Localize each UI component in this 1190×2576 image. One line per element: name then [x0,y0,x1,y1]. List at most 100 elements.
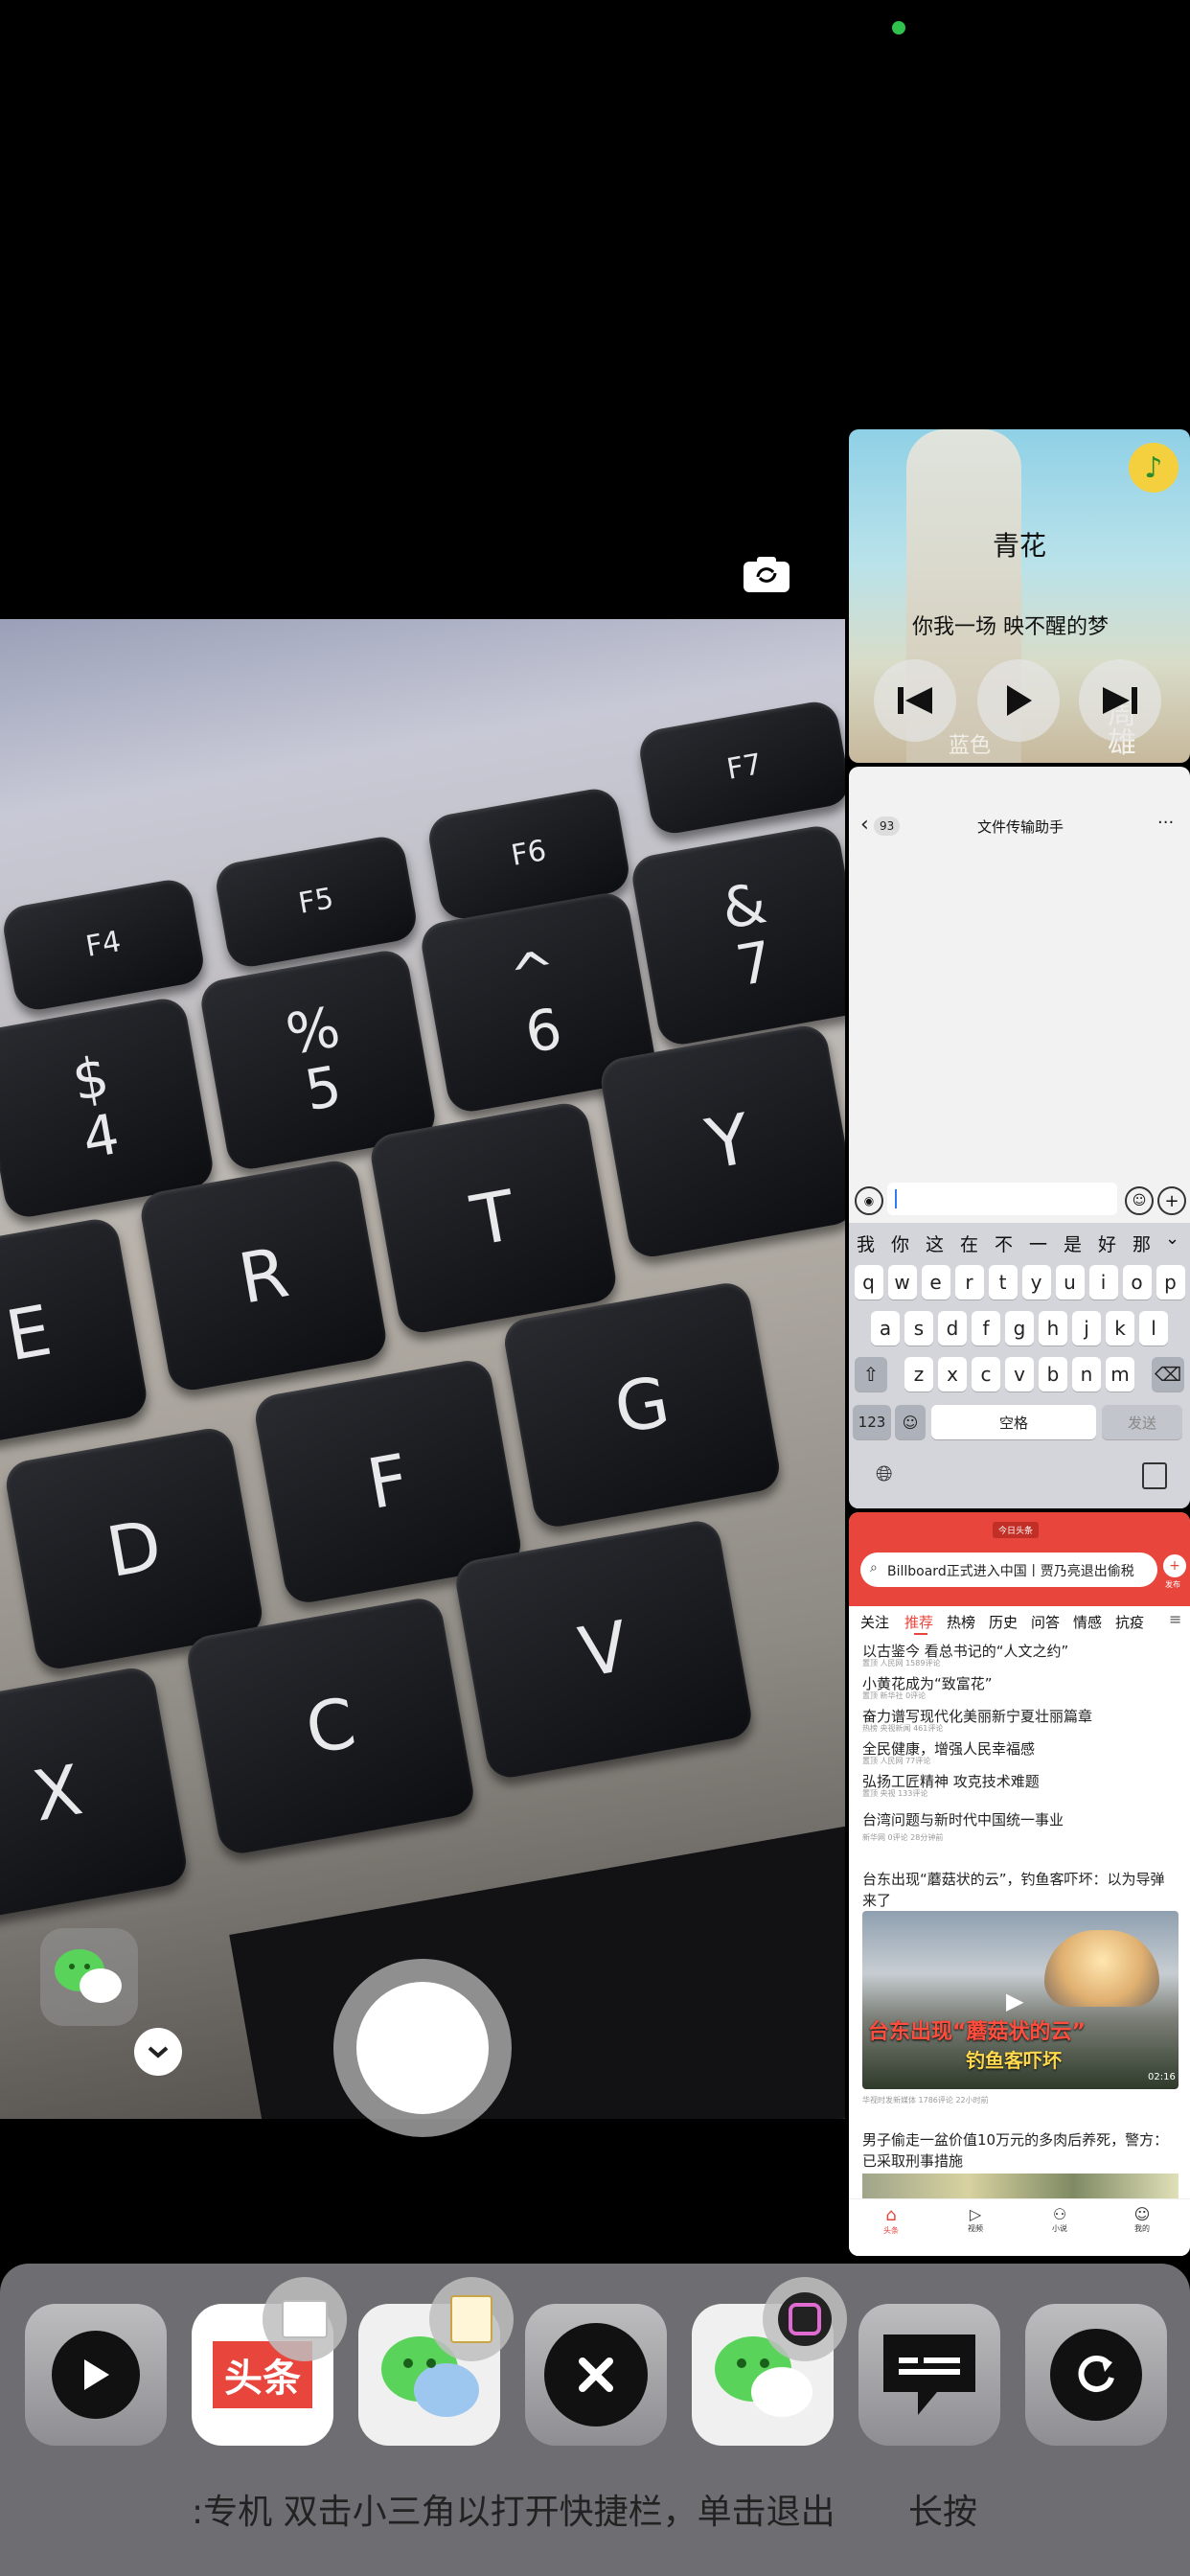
previous-icon [898,687,932,714]
news-search-bar[interactable]: ⌕ Billboard正式进入中国丨贾乃亮退出偷税 [860,1552,1157,1587]
key-o[interactable]: o [1122,1265,1152,1300]
key-l[interactable]: l [1139,1311,1168,1346]
candidate-1[interactable]: 你 [891,1230,909,1256]
voice-icon[interactable]: ◉ [855,1186,883,1215]
key-n[interactable]: n [1072,1357,1101,1392]
video-play-icon[interactable]: ▶ [1006,1988,1023,2014]
candidate-expand-icon[interactable]: ⌄ [1165,1229,1179,1249]
toutiao-badge: 今日头条 [993,1522,1040,1538]
nav-home[interactable]: ⌂ 头条 [872,2205,910,2236]
nav-video[interactable]: ▷ 视频 [956,2205,995,2234]
tab-history[interactable]: 历史 [989,1612,1018,1632]
key-h[interactable]: h [1039,1311,1067,1346]
key-q[interactable]: q [854,1265,883,1300]
key-c[interactable]: c [972,1357,1000,1392]
headline-6[interactable]: 台东出现“蘑菇状的云”，钓鱼客吓坏：以为导弹来了 [862,1869,1179,1911]
shift-key[interactable]: ⇧ [855,1357,887,1392]
key-v[interactable]: v [1005,1357,1034,1392]
key-j[interactable]: j [1072,1311,1101,1346]
key-u[interactable]: u [1055,1265,1085,1300]
numbers-key[interactable]: 123 [853,1405,891,1439]
key-d[interactable]: d [938,1311,967,1346]
previous-button[interactable] [874,659,956,742]
video-icon: ▷ [969,2205,982,2223]
nav-me[interactable]: ☺ 我的 [1123,2205,1161,2234]
more-icon[interactable]: ··· [1157,813,1174,833]
toutiao-panel[interactable]: 今日头条 ⌕ Billboard正式进入中国丨贾乃亮退出偷税 + 发布 关注 推… [849,1512,1190,2256]
play-icon [1007,685,1032,716]
key-i[interactable]: i [1088,1265,1118,1300]
candidate-3[interactable]: 在 [960,1230,978,1256]
tab-follow[interactable]: 关注 [860,1612,889,1632]
key-v: V [452,1517,755,1782]
refresh-app-icon[interactable] [1025,2304,1167,2446]
candidate-8[interactable]: 那 [1133,1230,1151,1256]
play-app-icon[interactable] [25,2304,167,2446]
key-z[interactable]: z [904,1357,933,1392]
video-thumbnail[interactable]: 台东出现“蘑菇状的云” 钓鱼客吓坏 ▶ 02:16 [862,1911,1179,2089]
dock-hint-text: :专机 双击小三角以打开快捷栏，单击退出 [192,2493,835,2532]
key-t: T [367,1099,620,1337]
key-x: X [0,1664,191,1922]
headline-5[interactable]: 台湾问题与新时代中国统一事业 [862,1809,1064,1829]
camera-flip-icon[interactable] [742,556,791,594]
message-input[interactable] [887,1183,1117,1215]
tab-emotion[interactable]: 情感 [1073,1612,1102,1632]
candidate-0[interactable]: 我 [857,1230,875,1256]
wechat-float-icon[interactable] [40,1928,138,2026]
key-w[interactable]: w [887,1265,917,1300]
close-app-icon[interactable] [525,2304,667,2446]
emoji-icon[interactable]: ☺ [1125,1186,1154,1215]
camera-viewfinder[interactable]: F4 F5 F6 F7 $4 % 5 ^ 6 & 7 E R T Y D F G X … [0,619,845,2119]
wechat-chat-panel[interactable]: ‹ 93 文件传输助手 ··· ◉ ☺ + 我 你 这 在 不 一 是 好 那 … [849,767,1190,1508]
key-a[interactable]: a [871,1311,900,1346]
back-icon[interactable]: ‹ [860,813,869,837]
globe-icon[interactable]: 🌐︎ [876,1462,893,1486]
candidate-2[interactable]: 这 [926,1230,944,1256]
delete-key[interactable]: ⌫ [1152,1357,1184,1392]
candidate-6[interactable]: 是 [1064,1230,1082,1256]
key-s[interactable]: s [904,1311,933,1346]
album-text-3: 蓝色 [949,734,992,758]
key-g[interactable]: g [1005,1311,1034,1346]
next-button[interactable] [1079,659,1161,742]
key-f[interactable]: f [972,1311,1000,1346]
menu-icon[interactable]: ≡ [1169,1610,1181,1628]
key-m[interactable]: m [1106,1357,1134,1392]
candidate-4[interactable]: 不 [995,1230,1013,1256]
nav-home-label: 头条 [883,2226,899,2235]
key-b[interactable]: b [1039,1357,1067,1392]
candidate-7[interactable]: 好 [1098,1230,1116,1256]
space-key[interactable]: 空格 [931,1405,1096,1439]
keyboard-dismiss-icon[interactable] [1142,1462,1167,1489]
key-x[interactable]: x [938,1357,967,1392]
candidate-5[interactable]: 一 [1029,1230,1047,1256]
unread-badge: 93 [874,816,901,836]
tab-qa[interactable]: 问答 [1031,1612,1060,1632]
key-k[interactable]: k [1106,1311,1134,1346]
headline-3-meta: 置顶 人民网 77评论 [862,1757,931,1765]
key-e[interactable]: e [921,1265,950,1300]
chevron-down-icon[interactable] [134,2028,182,2076]
shutter-button[interactable] [356,1982,489,2114]
tab-hot[interactable]: 热榜 [947,1612,975,1632]
send-key[interactable]: 发送 [1102,1405,1182,1439]
play-button[interactable] [977,659,1060,742]
headline-7[interactable]: 男子偷走一盆价值10万元的多肉后养死，警方：已采取刑事措施 [862,2129,1179,2172]
key-t[interactable]: t [988,1265,1018,1300]
keyboard-row-2: asdfghjkl [849,1311,1190,1346]
messages-app-icon[interactable] [858,2304,1000,2446]
nav-novel[interactable]: ⚇ 小说 [1041,2205,1079,2234]
tab-antivirus[interactable]: 抗疫 [1115,1612,1144,1632]
key-r[interactable]: r [954,1265,984,1300]
keyboard-base [229,1818,845,2119]
emoji-key[interactable]: ☺ [895,1405,926,1439]
tab-recommend[interactable]: 推荐 [904,1612,933,1632]
key-p[interactable]: p [1156,1265,1185,1300]
add-icon[interactable]: + [1157,1186,1186,1215]
music-player-panel[interactable]: ♪ 青花 你我一场 映不醒的梦 周 雄 蓝色 [849,429,1190,763]
publish-label: 发布 [1165,1580,1180,1589]
key-y[interactable]: y [1021,1265,1051,1300]
key-r: R [137,1157,390,1394]
publish-button[interactable]: + [1163,1554,1186,1577]
